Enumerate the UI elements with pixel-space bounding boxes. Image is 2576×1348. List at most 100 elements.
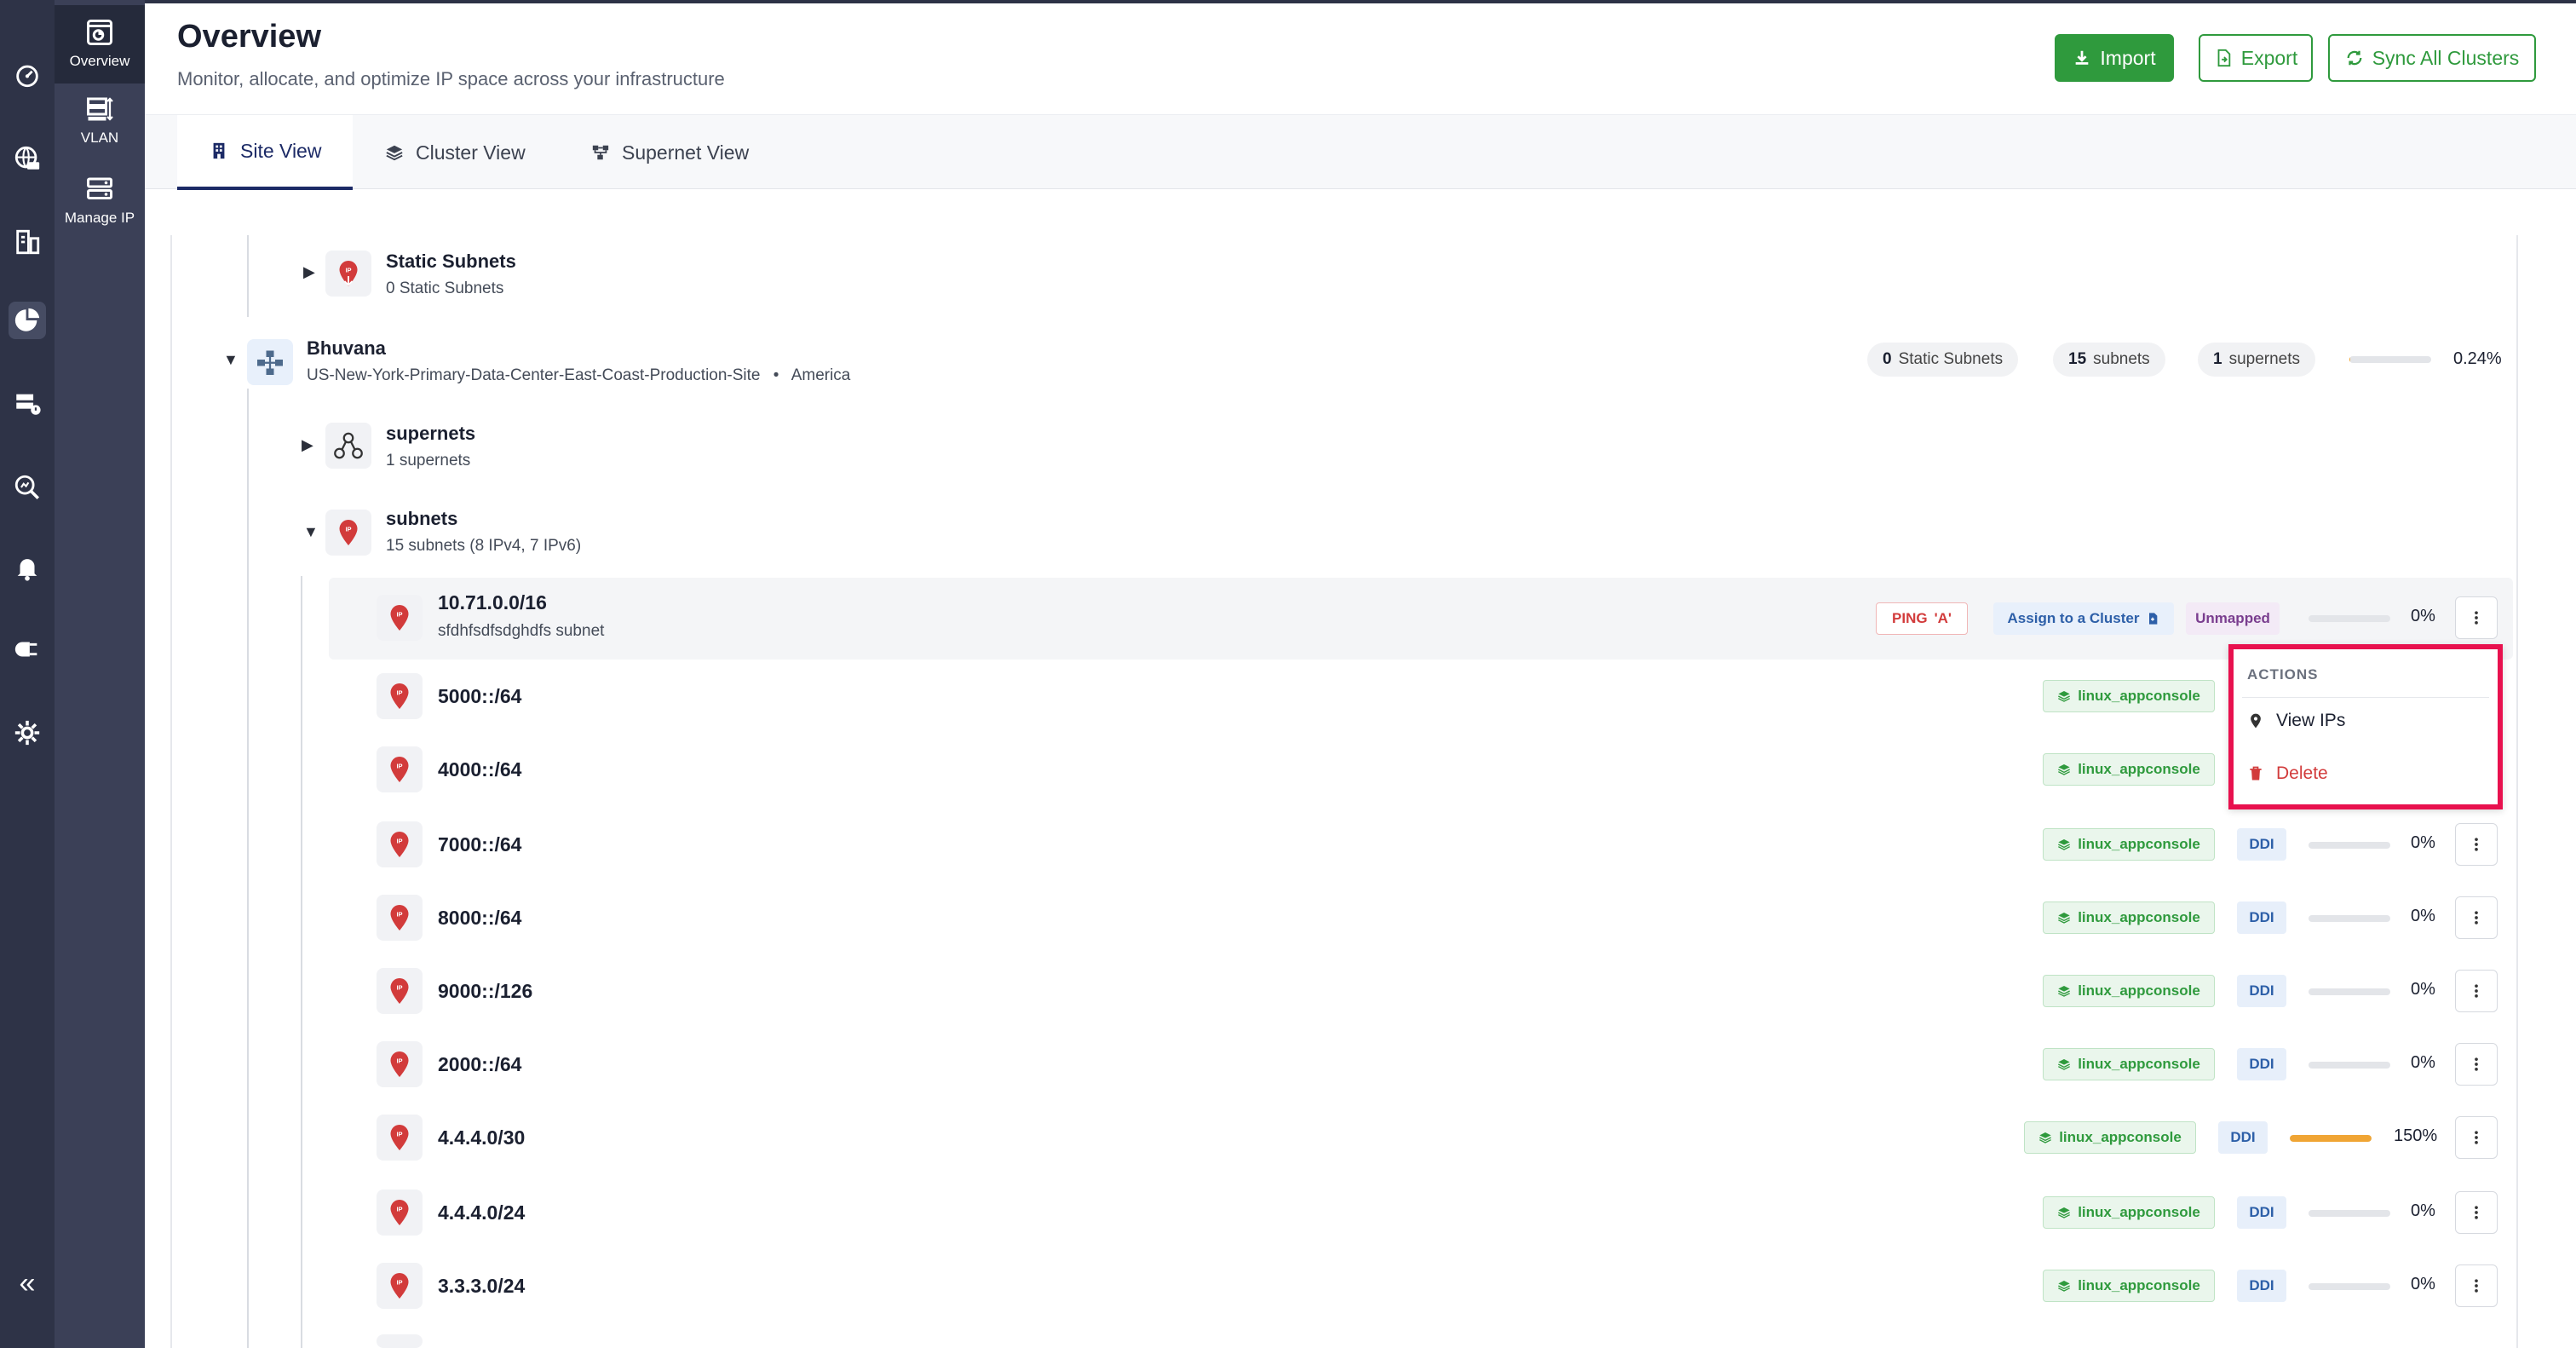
tab-site-view[interactable]: Site View bbox=[177, 115, 353, 190]
svg-text:IP: IP bbox=[396, 1279, 402, 1287]
download-icon bbox=[2076, 50, 2089, 65]
subnet-row[interactable]: IP 4000::/64 linux_appconsole bbox=[329, 733, 2513, 806]
subnets-group-title[interactable]: subnets bbox=[386, 508, 457, 530]
site-location-name: US-New-York-Primary-Data-Center-East-Coa… bbox=[307, 366, 761, 384]
static-group-count: 0 Static Subnets bbox=[386, 279, 504, 297]
ping-label: PING bbox=[1892, 610, 1928, 626]
location-separator: • bbox=[773, 366, 779, 384]
subnet-row[interactable]: IP 5000::/64 linux_appconsole bbox=[329, 660, 2513, 733]
expand-caret-icon[interactable]: ▶ bbox=[303, 263, 315, 281]
subnet-row[interactable]: IP 4.4.4.0/30 linux_appconsole DDI 150% bbox=[329, 1101, 2513, 1174]
assign-cluster-button[interactable]: Assign to a Cluster bbox=[1993, 602, 2174, 635]
layers-icon bbox=[2058, 986, 2071, 997]
cluster-tag[interactable]: linux_appconsole bbox=[2043, 1270, 2215, 1302]
cluster-name: linux_appconsole bbox=[2078, 909, 2200, 925]
kebab-menu-icon bbox=[2475, 838, 2478, 851]
subnet-group-icon: IP bbox=[325, 510, 371, 556]
subnet-utilization-percent: 0% bbox=[2411, 833, 2435, 852]
row-actions-button[interactable] bbox=[2455, 970, 2498, 1012]
ipam-pie-icon[interactable] bbox=[9, 302, 46, 339]
tree-line bbox=[247, 389, 249, 1348]
row-actions-button[interactable] bbox=[2455, 1116, 2498, 1159]
row-actions-button[interactable] bbox=[2455, 1043, 2498, 1086]
svg-text:IP: IP bbox=[396, 1206, 402, 1213]
sync-all-clusters-button[interactable]: Sync All Clusters bbox=[2328, 34, 2536, 82]
plugin-icon[interactable] bbox=[9, 631, 46, 668]
tab-label: Site View bbox=[240, 139, 322, 162]
subnet-row[interactable]: IP 10.71.0.0/16 sfdhfsdfsdghdfs subnet P… bbox=[329, 578, 2513, 660]
dns-globe-icon[interactable] bbox=[9, 140, 46, 177]
cluster-name: linux_appconsole bbox=[2078, 1056, 2200, 1072]
site-network-icon bbox=[247, 339, 293, 385]
collapse-caret-icon[interactable]: ▼ bbox=[223, 351, 239, 369]
cluster-tag[interactable]: linux_appconsole bbox=[2043, 828, 2215, 861]
bell-icon[interactable] bbox=[9, 549, 46, 586]
static-count: 0 bbox=[1883, 350, 1892, 368]
subnet-utilization-bar bbox=[2309, 1210, 2390, 1217]
supernet-label: supernets bbox=[2228, 350, 2301, 368]
subnet-row[interactable]: IP 2000::/64 linux_appconsole DDI 0% bbox=[329, 1028, 2513, 1101]
kebab-menu-icon bbox=[2475, 1206, 2478, 1219]
row-actions-button[interactable] bbox=[2455, 596, 2498, 639]
status-badge: Unmapped bbox=[2186, 602, 2280, 635]
subnet-row[interactable]: IP 4.4.4.0/24 linux_appconsole DDI 0% bbox=[329, 1176, 2513, 1249]
row-actions-button[interactable] bbox=[2455, 1264, 2498, 1307]
search-analytics-icon[interactable] bbox=[9, 469, 46, 506]
settings-gear-icon[interactable] bbox=[9, 714, 46, 752]
subnet-label: subnets bbox=[2093, 350, 2150, 368]
export-button[interactable]: Export bbox=[2199, 34, 2313, 82]
static-group-title[interactable]: Static Subnets bbox=[386, 251, 516, 273]
cluster-tag[interactable]: linux_appconsole bbox=[2043, 1196, 2215, 1229]
subnav-item-overview[interactable]: Overview bbox=[55, 5, 145, 84]
collapse-sidebar-icon[interactable]: « bbox=[9, 1264, 46, 1302]
tree-line bbox=[247, 235, 249, 317]
ping-radar-icon: 'A' bbox=[1934, 610, 1952, 626]
subnet-cidr: 4.4.4.0/30 bbox=[438, 1126, 526, 1149]
ip-pin-icon: IP bbox=[377, 1041, 423, 1087]
cluster-tag[interactable]: linux_appconsole bbox=[2043, 680, 2215, 712]
subnet-row[interactable]: IP 3.3.3.0/24 linux_appconsole DDI 0% bbox=[329, 1249, 2513, 1322]
layers-icon bbox=[2058, 1281, 2071, 1292]
subnet-row[interactable]: IP 7000::/64 linux_appconsole DDI 0% bbox=[329, 808, 2513, 881]
tab-cluster-view[interactable]: Cluster View bbox=[385, 115, 555, 190]
collapse-caret-icon[interactable]: ▼ bbox=[303, 523, 319, 541]
delete-menu-item[interactable]: Delete bbox=[2247, 763, 2328, 784]
layers-icon bbox=[2058, 839, 2071, 850]
row-actions-button[interactable] bbox=[2455, 896, 2498, 939]
page-subtitle: Monitor, allocate, and optimize IP space… bbox=[177, 68, 725, 89]
cluster-tag[interactable]: linux_appconsole bbox=[2043, 975, 2215, 1007]
ddi-badge: DDI bbox=[2218, 1121, 2268, 1154]
server-alert-icon[interactable] bbox=[9, 385, 46, 423]
subnet-utilization-bar bbox=[2309, 1062, 2390, 1069]
cluster-tag[interactable]: linux_appconsole bbox=[2043, 1048, 2215, 1080]
layers-icon bbox=[2058, 913, 2071, 924]
subnav-item-vlan[interactable]: VLAN bbox=[55, 94, 145, 167]
svg-text:IP: IP bbox=[396, 689, 402, 697]
subnet-row[interactable]: IP 9000::/126 linux_appconsole DDI 0% bbox=[329, 954, 2513, 1028]
ping-button[interactable]: PING 'A' bbox=[1876, 602, 1968, 635]
hierarchy-icon bbox=[592, 145, 609, 160]
subnet-cidr: 4000::/64 bbox=[438, 758, 522, 781]
site-name[interactable]: Bhuvana bbox=[307, 337, 386, 360]
view-ips-menu-item[interactable]: View IPs bbox=[2247, 711, 2345, 731]
subnet-description: sfdhfsdfsdghdfs subnet bbox=[438, 622, 605, 640]
cluster-tag[interactable]: linux_appconsole bbox=[2043, 753, 2215, 786]
subnet-row[interactable]: IP 8000::/64 linux_appconsole DDI 0% bbox=[329, 881, 2513, 954]
import-button[interactable]: Import bbox=[2055, 34, 2174, 82]
row-actions-button[interactable] bbox=[2455, 823, 2498, 866]
cluster-tag[interactable]: linux_appconsole bbox=[2043, 902, 2215, 934]
site-region: America bbox=[791, 366, 851, 384]
expand-caret-icon[interactable]: ▶ bbox=[302, 436, 313, 454]
inventory-icon[interactable] bbox=[9, 223, 46, 261]
subnav-item-manage-ip[interactable]: Manage IP bbox=[55, 174, 145, 247]
cluster-tag[interactable]: linux_appconsole bbox=[2024, 1121, 2196, 1154]
subnet-utilization-percent: 0% bbox=[2411, 907, 2435, 925]
icon-rail: « bbox=[0, 0, 55, 1348]
subnet-cidr: 5000::/64 bbox=[438, 685, 522, 707]
tab-supernet-view[interactable]: Supernet View bbox=[591, 115, 787, 190]
overview-icon bbox=[87, 20, 112, 45]
dashboard-gauge-icon[interactable] bbox=[9, 56, 46, 94]
site-utilization-percent: 0.24% bbox=[2453, 349, 2502, 368]
row-actions-button[interactable] bbox=[2455, 1191, 2498, 1234]
supernets-group-title[interactable]: supernets bbox=[386, 423, 475, 445]
